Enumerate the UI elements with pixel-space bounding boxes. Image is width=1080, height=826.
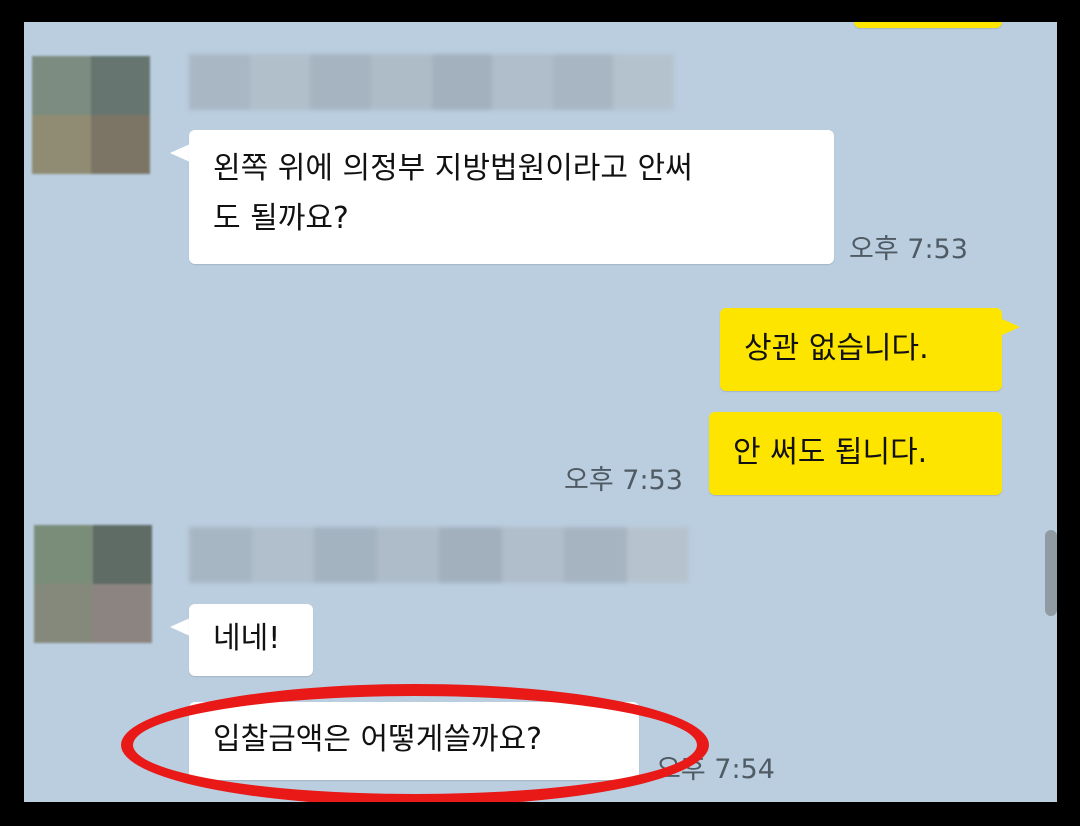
sender-avatar[interactable] (34, 525, 152, 643)
message-timestamp: 오후 7:53 (849, 234, 968, 265)
message-text-line: 왼쪽 위에 의정부 지방법원이라고 안써 (213, 151, 693, 186)
bubble-tail (1000, 318, 1020, 336)
scrollbar-thumb[interactable] (1045, 530, 1057, 616)
incoming-message[interactable]: 왼쪽 위에 의정부 지방법원이라고 안써 도 될까요? (189, 130, 834, 264)
message-text: 상관 없습니다. (744, 331, 929, 366)
message-text-line: 도 될까요? (213, 201, 349, 236)
sender-avatar[interactable] (32, 56, 150, 174)
message-text: 네네! (213, 621, 281, 656)
outgoing-message[interactable]: 안 써도 됩니다. (709, 412, 1002, 495)
message-text: 안 써도 됩니다. (733, 435, 928, 470)
sender-name-blurred (189, 527, 689, 583)
partial-outgoing-bubble (854, 22, 1002, 28)
message-timestamp: 오후 7:53 (564, 465, 683, 496)
bubble-tail (170, 144, 190, 162)
chat-window: 왼쪽 위에 의정부 지방법원이라고 안써 도 될까요? 오후 7:53 상관 없… (24, 22, 1057, 802)
highlight-annotation-circle (121, 684, 709, 802)
outgoing-message[interactable]: 상관 없습니다. (720, 308, 1002, 391)
sender-name-blurred (189, 54, 674, 110)
bubble-tail (170, 618, 190, 636)
incoming-message[interactable]: 네네! (189, 604, 313, 676)
